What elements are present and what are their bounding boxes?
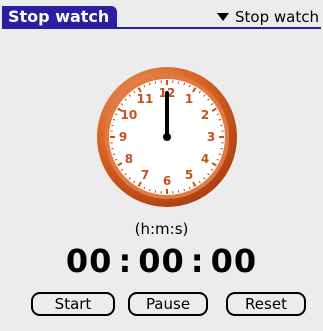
clock-tick xyxy=(220,147,223,150)
clock-tick xyxy=(111,124,114,127)
elapsed-time-display: 00:00:00 xyxy=(0,242,323,280)
reset-button[interactable]: Reset xyxy=(226,292,306,316)
timer-minutes: 00 xyxy=(138,242,185,280)
pause-button[interactable]: Pause xyxy=(128,292,208,316)
timer-seconds: 00 xyxy=(210,242,258,280)
start-button[interactable]: Start xyxy=(31,292,115,316)
clock-tick xyxy=(154,190,157,193)
clock-numeral: 6 xyxy=(163,174,171,188)
time-format-caption: (h:m:s) xyxy=(134,220,189,238)
clock-tick xyxy=(177,190,180,193)
clock-numeral: 3 xyxy=(207,130,215,144)
clock-numeral: 7 xyxy=(141,168,149,182)
clock-tick xyxy=(154,81,157,84)
clock-hub xyxy=(163,133,171,141)
timer-separator: : xyxy=(190,242,205,280)
clock-numeral: 11 xyxy=(137,92,154,106)
clock-numeral: 1 xyxy=(185,92,193,106)
clock-tick xyxy=(177,81,180,84)
timer-separator: : xyxy=(118,242,133,280)
clock-numeral: 10 xyxy=(121,108,138,122)
timer-hours: 00 xyxy=(65,242,113,280)
clock-numeral: 4 xyxy=(201,152,209,166)
clock-numeral: 5 xyxy=(185,168,193,182)
stopwatch-app: Stop watch Stop watch 121234567891011 (h… xyxy=(0,0,323,331)
clock-numeral: 8 xyxy=(125,152,133,166)
clock-tick xyxy=(111,147,114,150)
analog-clock: 121234567891011 xyxy=(97,67,237,207)
clock-numeral: 2 xyxy=(201,108,209,122)
clock-numeral: 9 xyxy=(119,130,127,144)
clock-tick xyxy=(220,124,223,127)
